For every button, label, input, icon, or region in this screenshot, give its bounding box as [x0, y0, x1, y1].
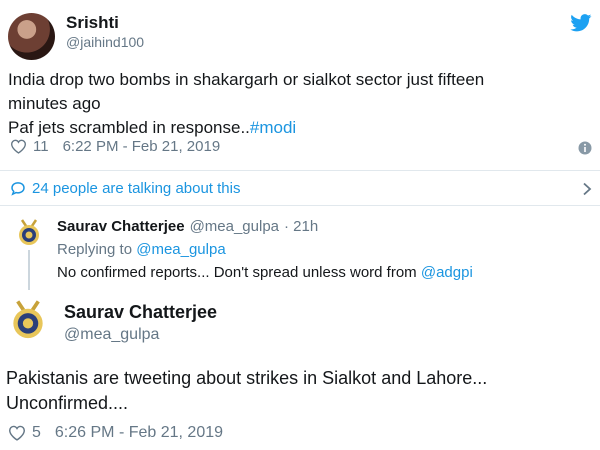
tweet-text-segment: Paf jets scrambled in response..: [8, 118, 250, 137]
user-handle[interactable]: @mea_gulpa: [190, 218, 279, 235]
twitter-bird-icon[interactable]: [570, 14, 592, 32]
tweet-text-line: Pakistanis are tweeting about strikes in…: [6, 368, 488, 388]
tweet-text-line: Paf jets scrambled in response..#modi: [8, 116, 593, 140]
tweet-footer: 5 6:26 PM - Feb 21, 2019: [8, 424, 223, 442]
replying-to-handle[interactable]: @mea_gulpa: [136, 241, 225, 258]
like-count[interactable]: 5: [32, 424, 41, 442]
timestamp[interactable]: 6:22 PM - Feb 21, 2019: [63, 138, 221, 155]
replying-to: Replying to @mea_gulpa: [57, 241, 226, 258]
tweet-text: India drop two bombs in shakargarh or si…: [8, 68, 593, 140]
hashtag-link[interactable]: #modi: [250, 118, 296, 137]
reply-age[interactable]: · 21h: [284, 218, 318, 235]
display-name[interactable]: Srishti: [66, 13, 119, 33]
divider: [0, 170, 600, 171]
conversation-label[interactable]: 24 people are talking about this: [32, 180, 240, 197]
avatar[interactable]: [8, 13, 55, 60]
tweet-text-line: minutes ago: [8, 94, 101, 113]
reply-header: Saurav Chatterjee @mea_gulpa · 21h: [57, 218, 318, 235]
thread-line: [28, 250, 30, 290]
reply-text-segment: No confirmed reports... Don't spread unl…: [57, 264, 417, 281]
heart-icon[interactable]: [8, 425, 26, 441]
replying-to-label: Replying to: [57, 241, 133, 258]
display-name[interactable]: Saurav Chatterjee: [64, 302, 217, 323]
like-count[interactable]: 11: [33, 138, 49, 155]
tweet-footer: 11 6:22 PM - Feb 21, 2019: [10, 138, 220, 155]
user-handle[interactable]: @jaihind100: [66, 34, 144, 50]
reply-text: No confirmed reports... Don't spread unl…: [57, 264, 473, 281]
conversation-link[interactable]: 24 people are talking about this: [10, 180, 592, 197]
chevron-right-icon[interactable]: [582, 182, 592, 196]
avatar[interactable]: [14, 217, 44, 247]
display-name[interactable]: Saurav Chatterjee: [57, 218, 185, 235]
avatar[interactable]: [5, 296, 51, 342]
speech-bubble-icon: [10, 181, 26, 196]
user-handle[interactable]: @mea_gulpa: [64, 326, 159, 344]
info-icon[interactable]: [578, 141, 592, 155]
divider: [0, 205, 600, 206]
timestamp[interactable]: 6:26 PM - Feb 21, 2019: [55, 424, 223, 442]
tweet-text-line: Unconfirmed....: [6, 393, 129, 413]
tweet-text-line: India drop two bombs in shakargarh or si…: [8, 70, 485, 89]
mention-link[interactable]: @adgpi: [421, 264, 473, 281]
heart-icon[interactable]: [10, 139, 27, 154]
tweet-text: Pakistanis are tweeting about strikes in…: [6, 366, 594, 416]
